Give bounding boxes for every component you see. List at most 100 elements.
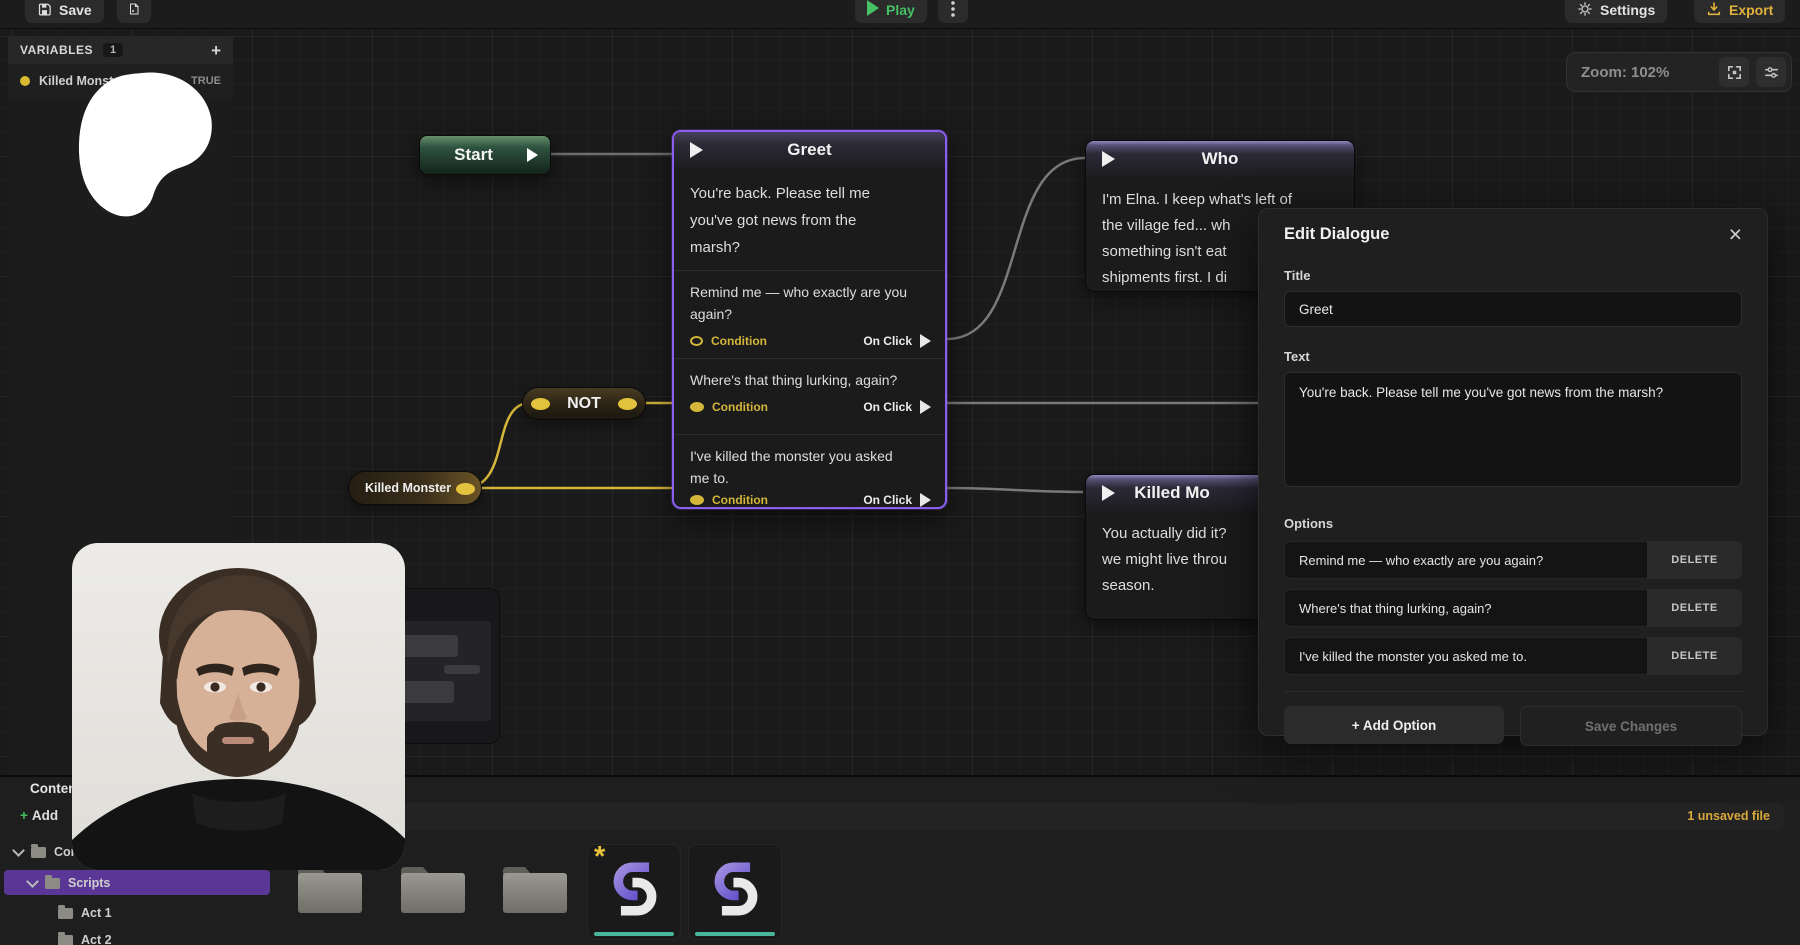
- variable-color-dot: [20, 76, 30, 86]
- delete-option-button[interactable]: DELETE: [1647, 637, 1742, 675]
- onclick-output-port[interactable]: [920, 400, 931, 414]
- node-greet-header[interactable]: Greet: [674, 132, 945, 168]
- delete-option-button[interactable]: DELETE: [1647, 589, 1742, 627]
- option-input[interactable]: [1284, 541, 1647, 579]
- greet-option-3[interactable]: I've killed the monster you asked me to.…: [674, 434, 945, 509]
- fit-view-button[interactable]: [1719, 57, 1749, 87]
- script-logo-icon: [704, 857, 768, 921]
- option-line: again?: [690, 303, 931, 325]
- script-file-accent: [594, 932, 674, 936]
- variables-title: VARIABLES: [20, 43, 93, 57]
- script-file-accent: [695, 932, 775, 936]
- chevron-down-icon[interactable]: [26, 875, 39, 888]
- onclick-output-port[interactable]: [920, 493, 931, 507]
- unsaved-status: 1 unsaved file: [1687, 809, 1770, 823]
- new-file-button[interactable]: [117, 0, 151, 23]
- node-not[interactable]: NOT: [522, 387, 646, 420]
- settings-label: Settings: [1600, 2, 1655, 18]
- asset-folder[interactable]: [398, 861, 468, 922]
- node-killed-monster-variable[interactable]: Killed Monster: [348, 471, 482, 505]
- title-input[interactable]: [1284, 291, 1742, 327]
- text-field-label: Text: [1284, 349, 1742, 364]
- top-toolbar: Save Play Settings: [0, 0, 1800, 29]
- option-row: DELETE: [1284, 541, 1742, 579]
- tree-item-scripts[interactable]: Scripts: [28, 871, 110, 895]
- play-button[interactable]: Play: [855, 0, 927, 23]
- overflow-menu-button[interactable]: [938, 0, 968, 23]
- greet-option-2[interactable]: Where's that thing lurking, again? Condi…: [674, 358, 945, 434]
- zoom-level: Zoom: 102%: [1581, 64, 1712, 81]
- settings-button[interactable]: Settings: [1565, 0, 1667, 23]
- asset-toolbar: 1 unsaved file: [285, 803, 1784, 831]
- gear-icon: [1577, 1, 1593, 17]
- option-line: Remind me — who exactly are you: [690, 281, 931, 303]
- onclick-label: On Click: [863, 400, 912, 414]
- onclick-label: On Click: [863, 334, 912, 348]
- add-asset-label: Add: [32, 808, 58, 823]
- tree-label: Act 2: [81, 933, 112, 945]
- onclick-label: On Click: [863, 493, 912, 507]
- save-label: Save: [59, 2, 92, 18]
- option-input[interactable]: [1284, 637, 1647, 675]
- placeholder-body: [392, 621, 491, 721]
- onclick-output-port[interactable]: [920, 334, 931, 348]
- asset-folder[interactable]: [295, 861, 365, 922]
- edit-dialogue-title: Edit Dialogue: [1284, 225, 1389, 244]
- folder-icon: [58, 935, 73, 945]
- script-file[interactable]: [688, 844, 782, 940]
- node-greet-text: You're back. Please tell me you've got n…: [674, 168, 945, 270]
- add-variable-button[interactable]: +: [211, 42, 221, 59]
- option-input[interactable]: [1284, 589, 1647, 627]
- folder-icon: [398, 861, 468, 917]
- graph-settings-button[interactable]: [1756, 57, 1786, 87]
- dialogue-editor-app: Zoom: 102% VARIABLES 1 +: [0, 0, 1800, 945]
- not-input-port[interactable]: [531, 398, 550, 410]
- option-line: I've killed the monster you asked: [690, 445, 931, 467]
- script-logo-icon: [603, 857, 667, 921]
- tree-label: Scripts: [68, 876, 110, 890]
- option-line: me to.: [690, 467, 931, 489]
- chevron-down-icon[interactable]: [12, 844, 25, 857]
- export-button[interactable]: Export: [1694, 0, 1785, 23]
- tree-item-act-2[interactable]: Act 2: [58, 928, 112, 945]
- script-file-unsaved[interactable]: *: [587, 844, 681, 940]
- node-greet[interactable]: Greet You're back. Please tell me you've…: [672, 130, 947, 509]
- node-start-title: Start: [420, 145, 527, 165]
- tree-label: Act 1: [81, 906, 112, 920]
- add-option-button[interactable]: + Add Option: [1284, 706, 1504, 744]
- fit-view-icon: [1726, 64, 1743, 81]
- webcam-portrait: [72, 543, 405, 870]
- edit-dialogue-panel: Edit Dialogue × Title Text You're back. …: [1258, 208, 1768, 736]
- node-not-title: NOT: [567, 395, 601, 413]
- zoom-widget: Zoom: 102%: [1566, 52, 1792, 92]
- save-button[interactable]: Save: [25, 0, 104, 23]
- add-asset-button[interactable]: + Add: [20, 808, 58, 823]
- tree-item-act-1[interactable]: Act 1: [58, 901, 112, 925]
- option-row: DELETE: [1284, 637, 1742, 675]
- text-line: you've got news from the: [690, 207, 929, 234]
- condition-input-port[interactable]: [690, 336, 703, 346]
- file-icon: [129, 1, 139, 17]
- plus-icon: +: [20, 808, 28, 823]
- unsaved-asterisk-icon: *: [594, 841, 605, 874]
- text-line: You're back. Please tell me: [690, 180, 929, 207]
- title-field-label: Title: [1284, 268, 1742, 283]
- save-changes-button[interactable]: Save Changes: [1520, 706, 1742, 746]
- node-start[interactable]: Start: [419, 135, 551, 175]
- play-label: Play: [886, 2, 915, 18]
- close-icon[interactable]: ×: [1729, 223, 1742, 246]
- condition-input-port[interactable]: [690, 495, 704, 505]
- text-input[interactable]: You're back. Please tell me you've got n…: [1284, 372, 1742, 487]
- killed-monster-output-port[interactable]: [456, 483, 475, 495]
- node-greet-title: Greet: [674, 140, 945, 160]
- greet-option-1[interactable]: Remind me — who exactly are you again? C…: [674, 270, 945, 358]
- delete-option-button[interactable]: DELETE: [1647, 541, 1742, 579]
- asset-folder[interactable]: [500, 861, 570, 922]
- folder-icon: [31, 847, 46, 858]
- not-output-port[interactable]: [618, 398, 637, 410]
- node-start-output-port[interactable]: [527, 148, 538, 162]
- play-icon: [867, 0, 879, 16]
- node-who-title: Who: [1086, 149, 1354, 169]
- node-who-header[interactable]: Who: [1086, 141, 1354, 177]
- condition-input-port[interactable]: [690, 402, 704, 412]
